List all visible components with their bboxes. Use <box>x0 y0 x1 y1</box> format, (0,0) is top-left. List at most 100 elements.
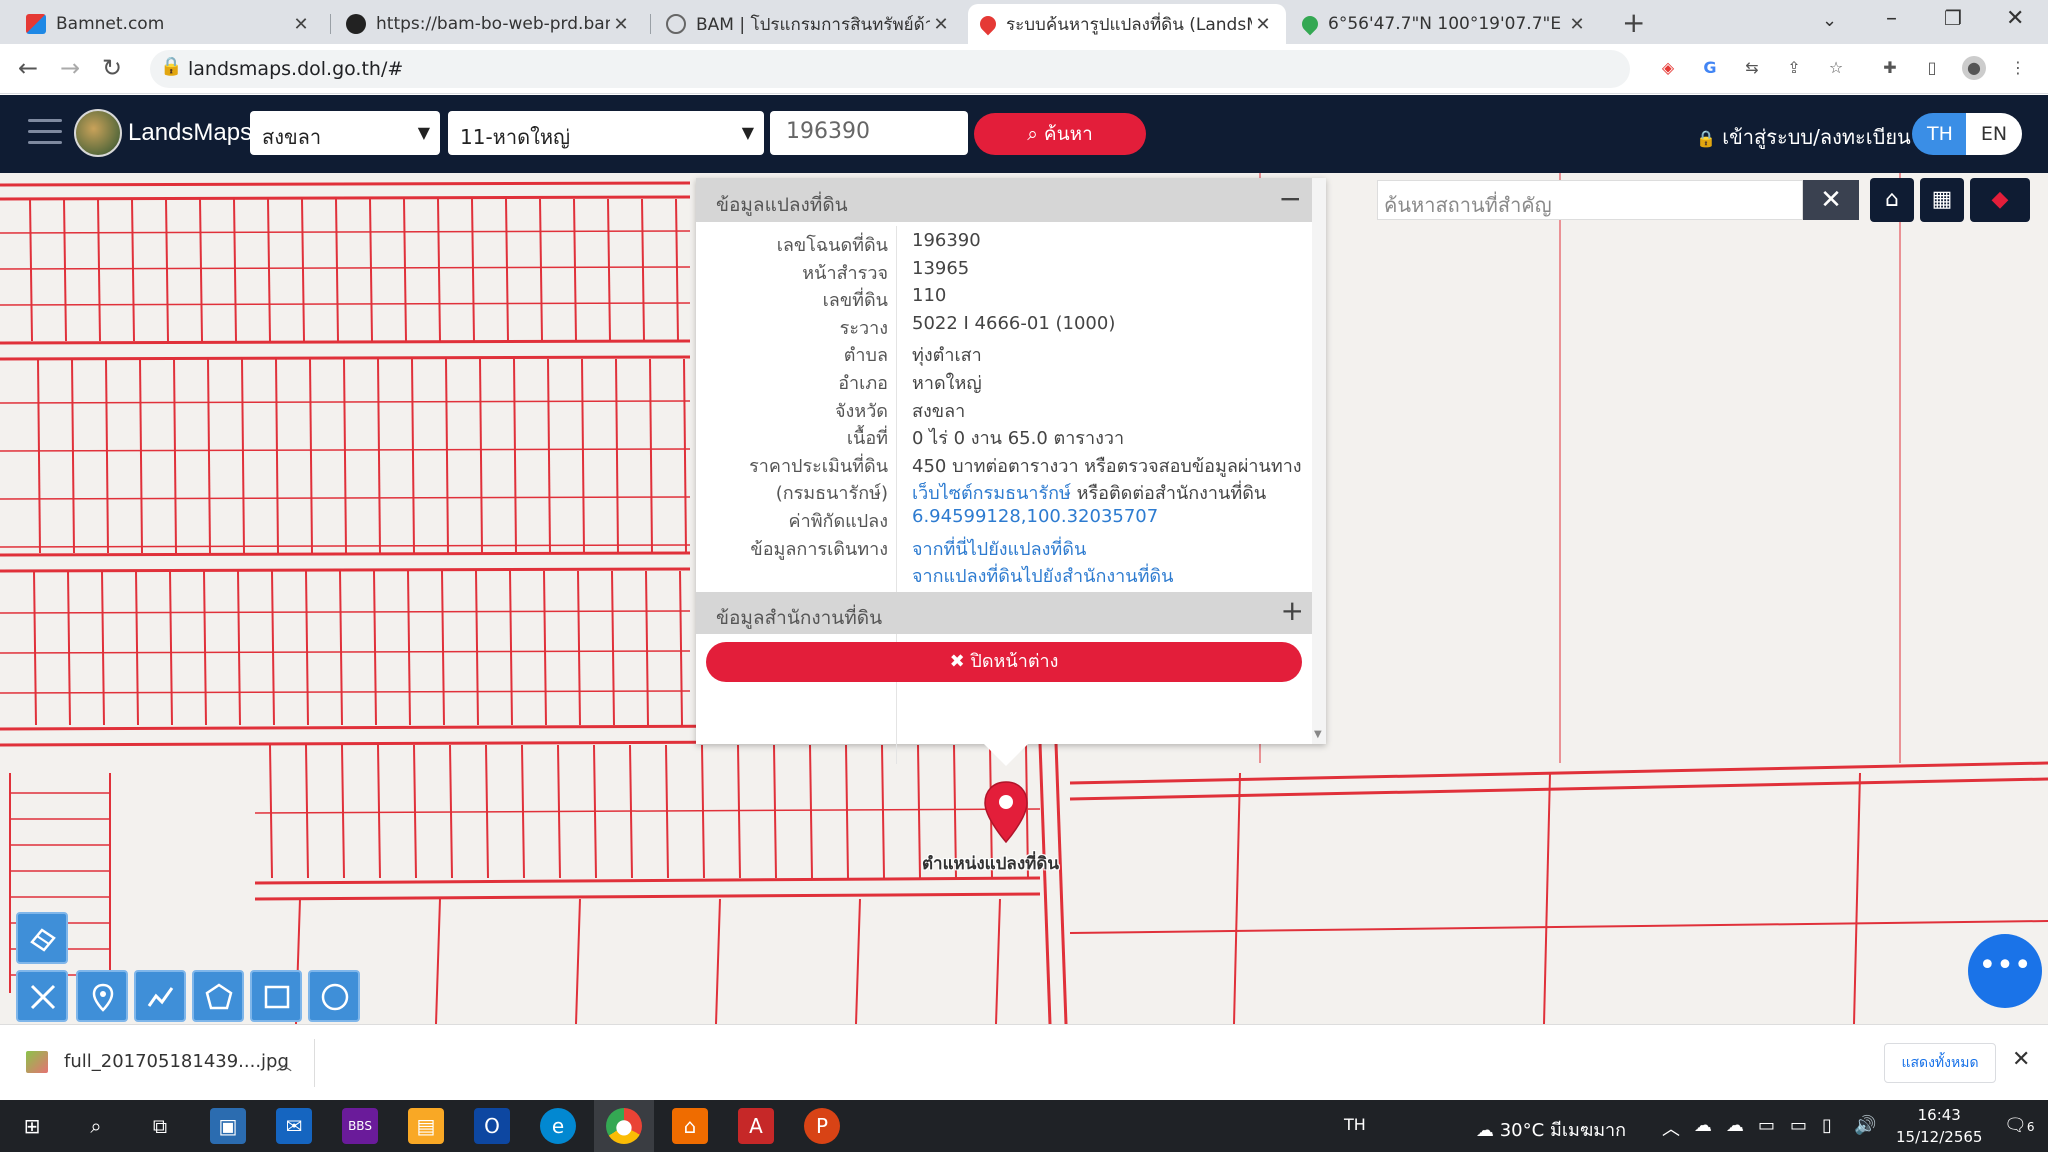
weather-widget[interactable]: ☁ 30°C มีเมฆมาก <box>1476 1115 1626 1144</box>
point-tool-icon[interactable] <box>76 970 128 1022</box>
info-row: หน้าสำรวจ 13965 <box>696 254 1312 284</box>
measure-tool-icon[interactable] <box>16 970 68 1022</box>
profile-avatar-icon[interactable]: ● <box>1962 56 1986 80</box>
panel-scrollbar[interactable]: ▼ <box>1312 178 1326 744</box>
collapse-minus-icon[interactable]: − <box>1279 182 1302 215</box>
search-icon[interactable]: ⌕ <box>78 1108 114 1144</box>
notification-center-icon[interactable]: 🗨6 <box>2004 1115 2035 1136</box>
more-options-icon[interactable]: ••• <box>1968 934 2042 1008</box>
search-button[interactable]: ⌕ ค้นหา <box>974 113 1146 155</box>
land-office-header[interactable]: ข้อมูลสำนักงานที่ดิน + <box>696 592 1312 634</box>
close-window-button[interactable]: ✖ ปิดหน้าต่าง <box>706 642 1302 682</box>
browser-tab-google-maps[interactable]: 6°56'47.7"N 100°19'07.7"E - Goo ✕ <box>1290 4 1600 44</box>
layers-icon[interactable]: ◆ <box>1970 178 2030 222</box>
route-to-office-link[interactable]: จากแปลงที่ดินไปยังสำนักงานที่ดิน <box>912 561 1173 590</box>
side-panel-icon[interactable]: ▯ <box>1920 56 1944 80</box>
info-row: เลขโฉนดที่ดิน 196390 <box>696 226 1312 256</box>
info-value: 196390 <box>912 230 981 251</box>
chevron-up-icon[interactable]: ︿ <box>276 1051 292 1075</box>
input-language[interactable]: TH <box>1344 1115 1366 1134</box>
map-pin-icon[interactable] <box>982 780 1030 844</box>
line-tool-icon[interactable] <box>134 970 186 1022</box>
mail-icon[interactable]: ✉ <box>276 1108 312 1144</box>
home-app-icon[interactable]: ⌂ <box>672 1108 708 1144</box>
show-hidden-icons[interactable]: ︿ <box>1662 1115 1680 1141</box>
minimize-icon[interactable]: – <box>1886 6 1897 31</box>
display-icon[interactable]: ▭ <box>1758 1115 1775 1136</box>
parcel-info-header[interactable]: ข้อมูลแปลงที่ดิน − <box>696 178 1312 222</box>
browser-tabstrip: Bamnet.com ✕ https://bam-bo-web-prd.bam.… <box>0 0 2048 44</box>
bookmark-star-icon[interactable]: ☆ <box>1824 56 1848 80</box>
network-icon[interactable]: ▯ <box>1822 1115 1832 1136</box>
task-view-icon[interactable]: ⧉ <box>142 1108 178 1144</box>
clear-search-icon[interactable]: ✕ <box>1803 180 1859 220</box>
hamburger-menu-icon[interactable] <box>28 119 62 147</box>
info-row-route-2: จากแปลงที่ดินไปยังสำนักงานที่ดิน <box>696 557 1312 587</box>
file-explorer-icon[interactable]: ▤ <box>408 1108 444 1144</box>
district-select[interactable]: 11-หาดใหญ่ ▼ <box>448 111 764 155</box>
tab-close-icon[interactable]: ✕ <box>610 14 632 35</box>
grid-icon[interactable]: ▦ <box>1920 178 1964 222</box>
new-tab-icon[interactable]: + <box>1622 6 1645 39</box>
show-all-button[interactable]: แสดงทั้งหมด <box>1884 1043 1996 1083</box>
back-arrow-icon[interactable]: ← <box>18 54 38 82</box>
coordinate-link[interactable]: 6.94599128,100.32035707 <box>912 506 1158 527</box>
extension-icon[interactable]: ◈ <box>1656 56 1680 80</box>
bbs-app-icon[interactable]: BBS <box>342 1108 378 1144</box>
clock[interactable]: 16:43 15/12/2565 <box>1896 1104 1982 1148</box>
lang-th-button[interactable]: TH <box>1912 113 1968 155</box>
province-select[interactable]: สงขลา ▼ <box>250 111 440 155</box>
address-bar[interactable]: 🔒 landsmaps.dol.go.th/# <box>150 50 1630 88</box>
tab-close-icon[interactable]: ✕ <box>1566 14 1588 35</box>
download-filename[interactable]: full_201705181439....jpg <box>64 1051 289 1072</box>
tab-close-icon[interactable]: ✕ <box>930 14 952 35</box>
chrome-icon[interactable]: ● <box>606 1108 642 1144</box>
powerpoint-icon[interactable]: P <box>804 1108 840 1144</box>
browser-tab-bamnet[interactable]: Bamnet.com ✕ <box>14 4 324 44</box>
polygon-tool-icon[interactable] <box>192 970 244 1022</box>
info-value: 13965 <box>912 257 970 279</box>
rectangle-tool-icon[interactable] <box>250 970 302 1022</box>
lang-en-button[interactable]: EN <box>1966 113 2022 155</box>
tab-close-icon[interactable]: ✕ <box>1252 14 1274 35</box>
share-icon[interactable]: ⇪ <box>1782 56 1806 80</box>
info-row: ตำบล ทุ่งตำเสา <box>696 336 1312 366</box>
volume-icon[interactable]: 🔊 <box>1854 1115 1876 1136</box>
cloud-sync-icon[interactable]: ☁ <box>1726 1115 1744 1136</box>
edge-icon[interactable]: e <box>540 1108 576 1144</box>
place-search-input[interactable]: ค้นหาสถานที่สำคัญ <box>1377 180 1803 220</box>
restore-icon[interactable]: ❐ <box>1944 6 1962 30</box>
circle-tool-icon[interactable] <box>308 970 360 1022</box>
browser-tab-landsmaps[interactable]: ระบบค้นหารูปแปลงที่ดิน (LandsMaps ✕ <box>968 4 1286 44</box>
tab-title: https://bam-bo-web-prd.bam.co <box>376 14 610 34</box>
tab-title: BAM | โปรแกรมการสินทรัพย์ด้านอสังหาริ <box>696 14 930 35</box>
store-icon[interactable]: ▣ <box>210 1108 246 1144</box>
acrobat-icon[interactable]: A <box>738 1108 774 1144</box>
google-icon[interactable]: G <box>1698 56 1722 80</box>
window-close-icon[interactable]: ✕ <box>2006 6 2024 31</box>
extensions-puzzle-icon[interactable]: ✚ <box>1878 56 1902 80</box>
windows-start-icon[interactable]: ⊞ <box>14 1108 50 1144</box>
outlook-icon[interactable]: O <box>474 1108 510 1144</box>
reload-icon[interactable]: ↻ <box>102 54 122 82</box>
tab-close-icon[interactable]: ✕ <box>290 14 312 35</box>
eraser-tool-icon[interactable] <box>16 912 68 964</box>
battery-icon[interactable]: ▭ <box>1790 1115 1807 1136</box>
login-label: เข้าสู่ระบบ/ลงทะเบียน <box>1722 125 1911 149</box>
onedrive-icon[interactable]: ☁ <box>1694 1115 1712 1136</box>
translate-icon[interactable]: ⇆ <box>1740 56 1764 80</box>
parcel-number-input[interactable]: 196390 <box>770 111 968 155</box>
login-link[interactable]: 🔒 เข้าสู่ระบบ/ลงทะเบียน <box>1696 121 1911 153</box>
browser-tab-bam-bo[interactable]: https://bam-bo-web-prd.bam.co ✕ <box>334 4 644 44</box>
tab-search-chevron-icon[interactable]: ⌄ <box>1822 10 1837 31</box>
close-download-bar-icon[interactable]: ✕ <box>2012 1047 2030 1072</box>
browser-tab-bam[interactable]: BAM | โปรแกรมการสินทรัพย์ด้านอสังหาริ ✕ <box>654 4 964 44</box>
expand-plus-icon[interactable]: + <box>1281 594 1304 627</box>
forward-arrow-icon[interactable]: → <box>60 54 80 82</box>
tab-title: 6°56'47.7"N 100°19'07.7"E - Goo <box>1328 14 1566 34</box>
scroll-down-icon[interactable]: ▼ <box>1314 729 1322 740</box>
browser-menu-icon[interactable]: ⋮ <box>2006 56 2030 80</box>
info-row-treasury: (กรมธนารักษ์) เว็บไซต์กรมธนารักษ์ หรือติ… <box>696 474 1312 504</box>
google-maps-favicon-icon <box>1298 12 1322 36</box>
home-icon[interactable]: ⌂ <box>1870 178 1914 222</box>
